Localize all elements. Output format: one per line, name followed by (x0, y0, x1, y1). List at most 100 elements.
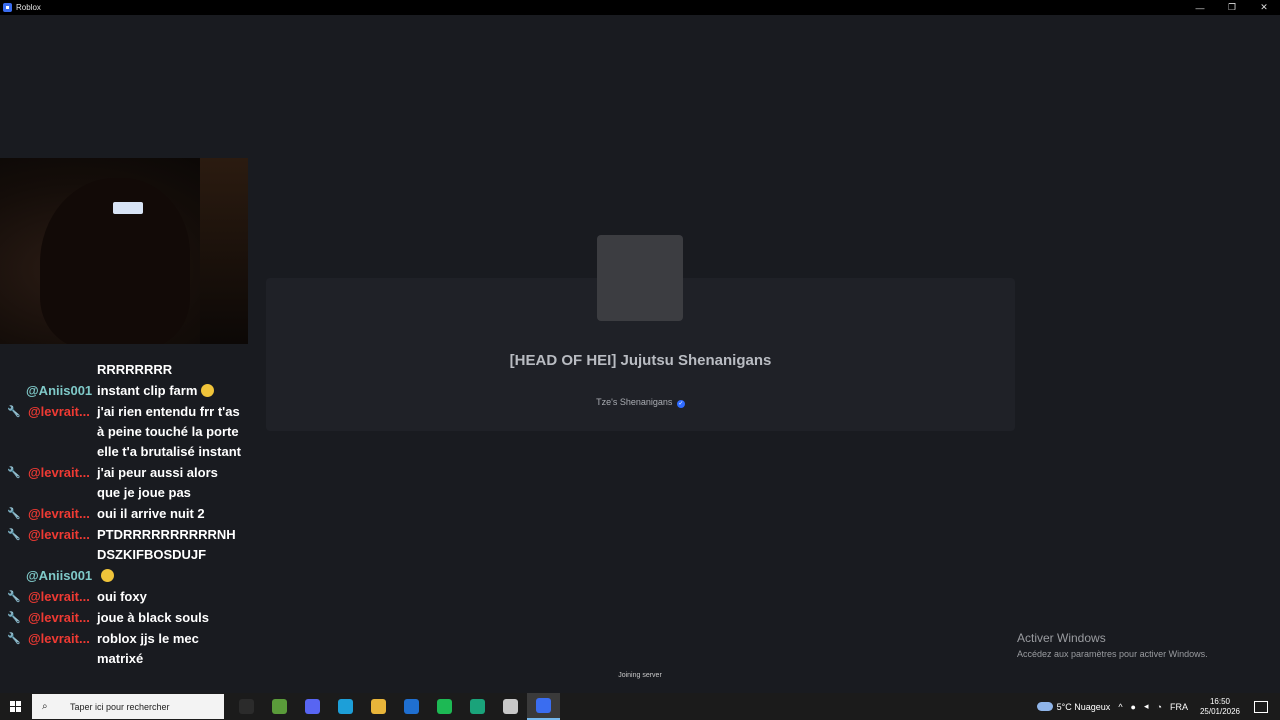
webcam-light (113, 202, 143, 214)
edge-icon (338, 699, 353, 714)
settings-icon (503, 699, 518, 714)
app-icon (470, 699, 485, 714)
chat-message: 🔧 @levrait... joue à black souls (0, 608, 248, 628)
chat-username: @levrait... (28, 506, 90, 521)
taskbar-app-edge[interactable] (329, 693, 362, 720)
chat-text: RRRRRRRR (97, 360, 242, 380)
spotify-icon (437, 699, 452, 714)
wrench-icon: 🔧 (7, 508, 21, 520)
close-button[interactable]: ✕ (1248, 0, 1280, 15)
chat-username: @levrait... (28, 589, 90, 604)
chat-message: RRRRRRRR (0, 360, 248, 380)
crying-face-icon (201, 384, 215, 397)
taskbar-app-file-explorer[interactable] (362, 693, 395, 720)
roblox-icon (536, 698, 551, 713)
chat-text-content: RRRRRRRR (97, 362, 173, 377)
chat-message: 🔧 @levrait... oui il arrive nuit 2 (0, 504, 248, 524)
taskbar-app-app[interactable] (461, 693, 494, 720)
activation-title: Activer Windows (1017, 631, 1106, 645)
chat-text-content: j'ai rien entendu frr t'as à peine touch… (97, 404, 241, 459)
chat-text-content: PTDRRRRRRRRRRNH DSZKIFBOSDUJF (97, 527, 236, 562)
chat-text: joue à black souls (97, 608, 242, 628)
chat-text-content: j'ai peur aussi alors que je joue pas (97, 465, 218, 500)
chat-username: @Aniis001 (26, 568, 93, 583)
windows-activation-watermark: Activer Windows Accédez aux paramètres p… (1017, 631, 1208, 659)
taskbar-search[interactable]: ⌕ Taper ici pour rechercher (32, 694, 224, 719)
chat-text-content: roblox jjs le mec matrixé (97, 631, 199, 666)
chat-username: @Aniis001 (26, 383, 93, 398)
system-tray: 5°C Nuageux ^ ● ◂ ◔ FRA 16:50 25/01/2026 (1033, 693, 1280, 720)
taskbar-app-discord[interactable] (296, 693, 329, 720)
window-title: Roblox (16, 3, 41, 12)
chat-message: @Aniis001 instant clip farm (0, 381, 248, 401)
chat-message: 🔧 @levrait... j'ai peur aussi alors que je… (0, 463, 248, 503)
creator-line: Tze's Shenanigans ✓ (266, 397, 1015, 408)
taskbar-app-roblox[interactable] (527, 693, 560, 720)
chat-message: 🔧 @levrait... j'ai rien entendu frr t'as à… (0, 402, 248, 462)
chat-username: @levrait... (28, 404, 90, 419)
joining-status: Joining server (618, 672, 662, 679)
wrench-icon: 🔧 (7, 591, 21, 603)
maximize-button[interactable]: ❐ (1216, 0, 1248, 15)
wrench-icon: 🔧 (7, 612, 21, 624)
mail-icon (404, 699, 419, 714)
crying-face-icon (101, 569, 114, 582)
volume-icon[interactable]: ◂ (1144, 701, 1149, 712)
verified-badge-icon: ✓ (676, 400, 685, 408)
clock-date: 25/01/2026 (1199, 706, 1240, 716)
search-icon: ⌕ (42, 701, 48, 712)
chat-username: @levrait... (28, 527, 90, 542)
store-icon (272, 699, 287, 714)
activation-subtitle: Accédez aux paramètres pour activer Wind… (1017, 649, 1208, 659)
taskbar-app-mail[interactable] (395, 693, 428, 720)
chat-message: 🔧 @levrait... oui foxy (0, 587, 248, 607)
wrench-icon: 🔧 (7, 633, 21, 645)
chat-text: PTDRRRRRRRRRRNH DSZKIFBOSDUJF (97, 525, 242, 565)
chat-text-content: joue à black souls (97, 610, 209, 625)
chat-text: roblox jjs le mec matrixé (97, 629, 242, 669)
wrench-icon: 🔧 (7, 406, 21, 418)
taskbar-app-task-view[interactable] (230, 693, 263, 720)
chat-text: oui il arrive nuit 2 (97, 504, 242, 524)
game-title: [HEAD OF HEI] Jujutsu Shenanigans (509, 352, 772, 369)
weather-text: 5°C Nuageux (1056, 701, 1111, 712)
taskbar-app-spotify[interactable] (428, 693, 461, 720)
window-controls: — ❐ ✕ (1184, 0, 1280, 15)
clock-time: 16:50 (1209, 696, 1230, 706)
cloud-icon (1036, 701, 1053, 711)
webcam-overlay (0, 158, 248, 344)
language-indicator[interactable]: FRA (1170, 702, 1188, 712)
chat-username: @levrait... (28, 465, 90, 480)
chat-text-content: oui il arrive nuit 2 (97, 506, 205, 521)
chat-text (97, 566, 242, 586)
network-icon[interactable]: ◔ (1157, 702, 1162, 712)
chat-text: j'ai rien entendu frr t'as à peine touch… (97, 402, 242, 462)
start-button[interactable] (0, 693, 30, 720)
game-thumbnail (597, 235, 683, 321)
notifications-icon[interactable] (1254, 700, 1268, 713)
wrench-icon: 🔧 (7, 467, 21, 479)
chat-username: @levrait... (28, 610, 90, 625)
weather-widget[interactable]: 5°C Nuageux (1036, 701, 1111, 712)
windows-logo-icon (9, 701, 21, 712)
webcam-background (200, 158, 248, 344)
chat-text-content: instant clip farm (97, 383, 198, 398)
microphone-icon[interactable]: ● (1131, 702, 1136, 712)
taskbar-app-settings[interactable] (494, 693, 527, 720)
minimize-button[interactable]: — (1184, 0, 1216, 15)
clock[interactable]: 16:50 25/01/2026 (1200, 697, 1240, 717)
discord-icon (305, 699, 320, 714)
task-view-icon (239, 699, 254, 714)
creator-name: Tze's Shenanigans (596, 397, 673, 407)
stream-chat: RRRRRRRR @Aniis001 instant clip farm 🔧 @levr… (0, 360, 248, 694)
chat-username: @levrait... (28, 631, 90, 646)
tray-overflow-icon[interactable]: ^ (1118, 702, 1122, 712)
pinned-apps (230, 693, 560, 720)
taskbar-app-store[interactable] (263, 693, 296, 720)
chat-message: 🔧 @levrait... roblox jjs le mec matrixé (0, 629, 248, 669)
chat-text: instant clip farm (97, 381, 242, 401)
chat-message: 🔧 @levrait... PTDRRRRRRRRRRNH DSZKIFBOSDUJ… (0, 525, 248, 565)
search-placeholder: Taper ici pour rechercher (70, 701, 170, 712)
chat-message: @Aniis001 (0, 566, 248, 586)
window-title-bar: Roblox — ❐ ✕ (0, 0, 1280, 15)
